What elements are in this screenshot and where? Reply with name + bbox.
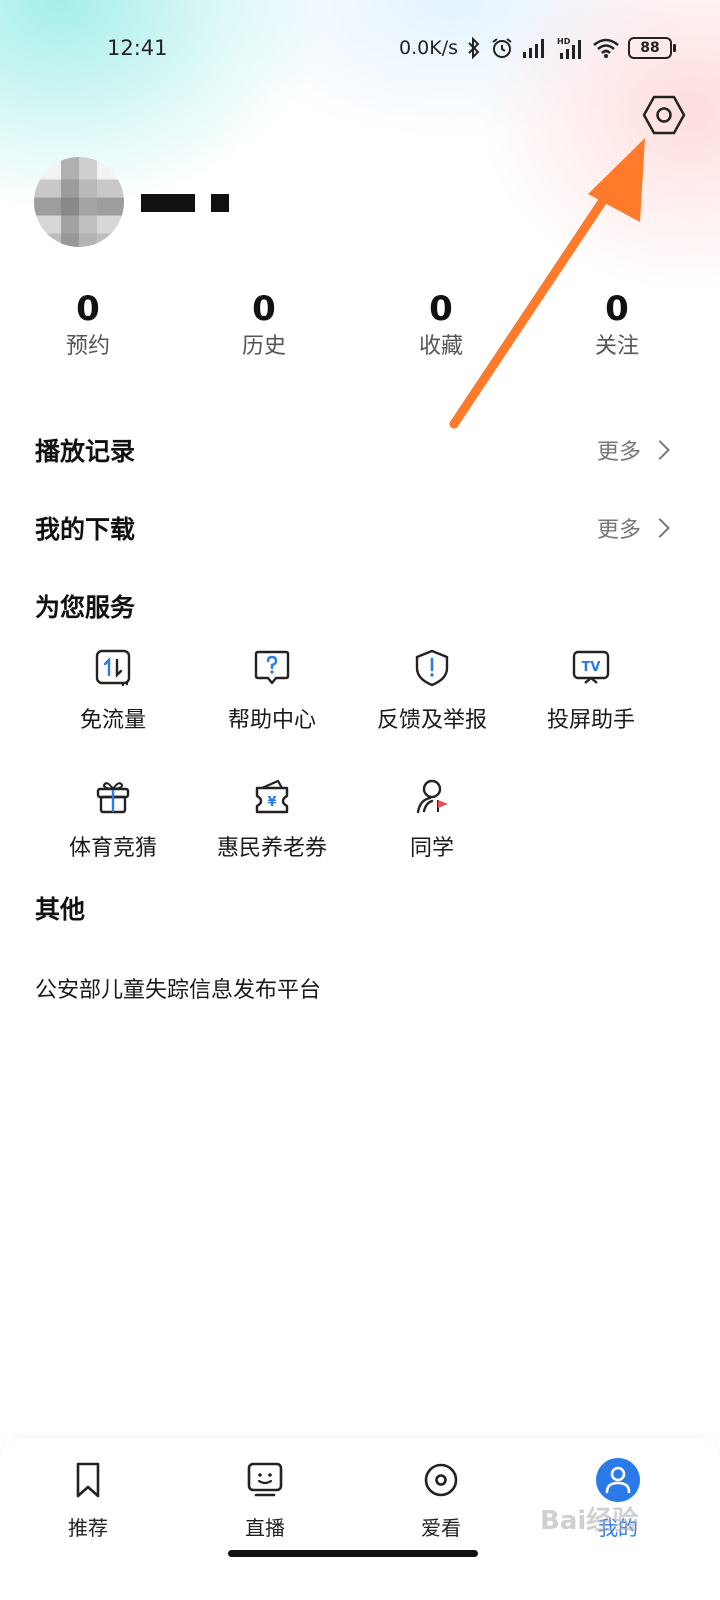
username-redacted-2 (211, 194, 229, 212)
stat-value: 0 (76, 289, 100, 329)
play-history-title: 播放记录 (35, 437, 136, 466)
tab-recommend[interactable]: 推荐 (28, 1458, 148, 1548)
svg-text:¥: ¥ (267, 795, 276, 810)
svg-text:TV: TV (582, 660, 601, 675)
gift-icon (96, 782, 130, 814)
stat-history[interactable]: 0 历史 (204, 288, 324, 364)
tab-live[interactable]: 直播 (205, 1458, 325, 1548)
service-data-free[interactable]: 免流量 (33, 648, 193, 748)
service-label: 免流量 (79, 708, 146, 733)
tv-face-icon (247, 1462, 283, 1497)
alarm-icon (492, 38, 512, 58)
service-cast-assistant[interactable]: TV 投屏助手 (511, 648, 671, 748)
play-history-more[interactable]: 更多 (597, 434, 675, 466)
profile-icon (596, 1458, 640, 1502)
stat-label: 历史 (241, 334, 286, 359)
service-label: 同学 (409, 836, 454, 861)
downloads-row[interactable]: 我的下载 更多 (35, 504, 675, 552)
username-redacted (141, 194, 195, 212)
status-icons: 0.0K/s HD 88 (399, 32, 676, 64)
status-bar: 12:41 0.0K/s HD 88 (0, 0, 720, 100)
service-feedback-report[interactable]: 反馈及举报 (352, 648, 512, 748)
coupon-wallet-icon: ¥ (255, 779, 289, 814)
downloads-more[interactable]: 更多 (597, 512, 675, 544)
signal-icon (523, 39, 544, 58)
chevron-right-icon (650, 440, 670, 460)
service-help-center[interactable]: 帮助中心 (192, 648, 352, 748)
service-label: 投屏助手 (546, 708, 635, 733)
service-sports-quiz[interactable]: 体育竞猜 (33, 776, 193, 876)
classmate-icon (416, 779, 448, 814)
wifi-icon (593, 38, 619, 58)
report-shield-icon (415, 649, 449, 687)
chevron-right-icon (650, 518, 670, 538)
annotation-arrow (449, 138, 645, 429)
more-label: 更多 (596, 518, 641, 543)
tab-label: 直播 (245, 1516, 285, 1540)
tab-label: 爱看 (421, 1516, 461, 1540)
bluetooth-icon (468, 36, 480, 60)
play-history-row[interactable]: 播放记录 更多 (35, 426, 675, 474)
other-title: 其他 (35, 895, 86, 924)
help-icon (254, 650, 290, 685)
service-label: 惠民养老券 (216, 836, 327, 861)
stat-label: 预约 (65, 334, 110, 359)
data-free-icon (95, 649, 131, 687)
status-time: 12:41 (107, 36, 168, 60)
services-title: 为您服务 (35, 593, 136, 622)
watermark: Bai经验 (540, 1506, 639, 1536)
service-label: 体育竞猜 (68, 836, 157, 861)
tab-favorite-watch[interactable]: 爱看 (381, 1458, 501, 1548)
disc-icon (424, 1463, 458, 1497)
svg-text:HD: HD (557, 37, 571, 46)
stat-reservation[interactable]: 0 预约 (28, 288, 148, 364)
service-classmates[interactable]: 同学 (352, 776, 512, 876)
avatar[interactable] (34, 157, 124, 247)
tab-label: 推荐 (68, 1516, 108, 1540)
missing-children-platform-link[interactable]: 公安部儿童失踪信息发布平台 (35, 972, 321, 1004)
more-label: 更多 (596, 440, 641, 465)
net-speed: 0.0K/s (399, 37, 458, 59)
downloads-title: 我的下载 (35, 515, 136, 544)
service-label: 反馈及举报 (376, 708, 487, 733)
stat-value: 0 (252, 289, 276, 329)
battery-icon: 88 (628, 37, 676, 59)
service-elderly-coupon[interactable]: ¥ 惠民养老券 (192, 776, 352, 876)
service-label: 帮助中心 (227, 708, 316, 733)
bookmark-icon (76, 1462, 100, 1498)
hd-signal-icon: HD (557, 37, 581, 59)
tv-cast-icon: TV (572, 650, 610, 684)
home-indicator[interactable] (228, 1550, 478, 1557)
